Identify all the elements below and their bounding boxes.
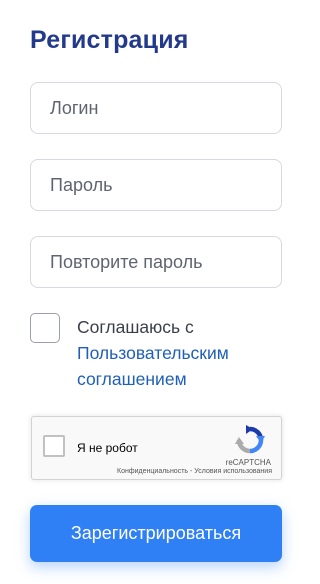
recaptcha-logo-icon [235, 425, 265, 454]
recaptcha-links: Конфиденциальность - Условия использован… [117, 468, 272, 475]
agree-text: Соглашаюсь с [77, 317, 194, 337]
password-input[interactable] [30, 159, 282, 211]
registration-form: Регистрация Соглашаюсь с Пользовательски… [0, 0, 311, 584]
agree-label: Соглашаюсь с Пользовательским соглашение… [77, 314, 277, 392]
recaptcha-brand: reCAPTCHA [225, 458, 271, 467]
agree-checkbox[interactable] [30, 313, 60, 343]
recaptcha-terms-link[interactable]: Условия использования [194, 468, 272, 475]
recaptcha-checkbox[interactable] [43, 435, 65, 457]
recaptcha-label: Я не робот [77, 441, 138, 455]
register-button[interactable]: Зарегистрироваться [30, 505, 282, 562]
recaptcha-privacy-link[interactable]: Конфиденциальность [117, 468, 188, 475]
recaptcha-widget: Я не робот reCAPTCHA Конфиденциальность … [31, 416, 282, 480]
page-title: Регистрация [30, 26, 189, 54]
password-repeat-input[interactable] [30, 236, 282, 288]
user-agreement-link[interactable]: Пользовательским соглашением [77, 343, 229, 389]
login-input[interactable] [30, 82, 282, 134]
